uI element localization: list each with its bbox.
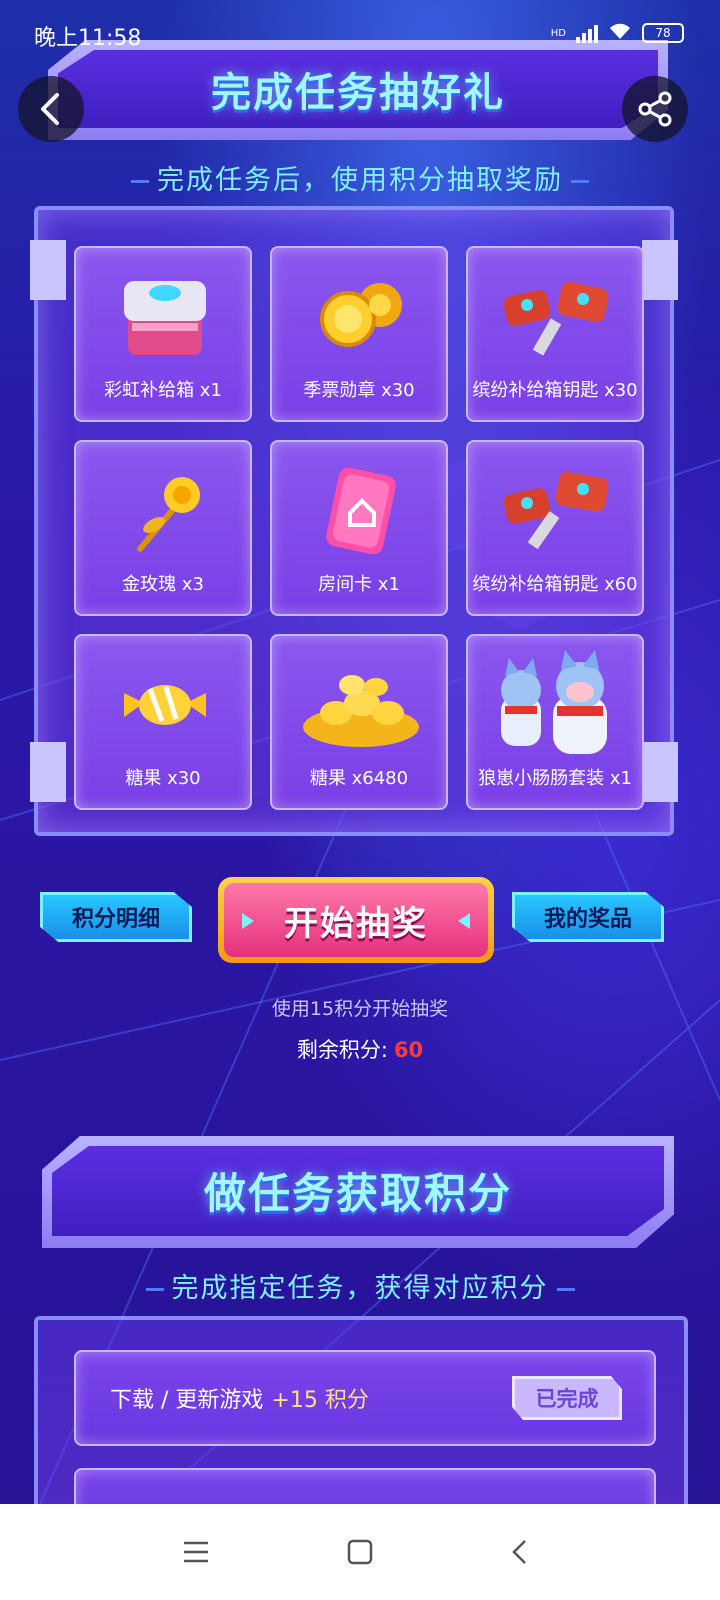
prize-card: 金玫瑰 x3 xyxy=(74,440,252,616)
menu-icon xyxy=(184,1541,208,1563)
chevron-left-icon xyxy=(41,93,59,125)
prize-grid: 彩虹补给箱 x1 季票勋章 x30 缤纷补给箱钥匙 x30 金玫瑰 x3 房间卡… xyxy=(74,246,644,810)
prize-label: 缤纷补给箱钥匙 x60 xyxy=(472,574,638,595)
status-bar: 晚上11:58 HD 78 xyxy=(0,0,720,66)
status-time: 晚上11:58 xyxy=(34,26,142,51)
signal-icon xyxy=(576,23,598,43)
draw-cost-note: 使用15积分开始抽奖 xyxy=(271,998,449,1020)
points-detail-button[interactable]: 积分明细 xyxy=(40,892,192,942)
prize-card: 糖果 x30 xyxy=(74,634,252,810)
panel-corner xyxy=(30,742,66,802)
nav-back-button[interactable] xyxy=(500,1534,540,1570)
prize-label: 缤纷补给箱钥匙 x30 xyxy=(472,380,638,401)
prize-label: 季票勋章 x30 xyxy=(303,380,415,401)
prize-card: 缤纷补给箱钥匙 x60 xyxy=(466,440,644,616)
back-button[interactable] xyxy=(18,76,84,142)
task-name: 下载 / 更新游戏 xyxy=(110,1388,264,1413)
start-draw-label: 开始抽奖 xyxy=(284,903,428,944)
arrow-left-icon xyxy=(458,913,470,929)
share-button[interactable] xyxy=(622,76,688,142)
arrow-right-icon xyxy=(242,913,254,929)
remaining-points-label: 剩余积分: xyxy=(296,1038,388,1062)
tasks-subtitle: 完成指定任务，获得对应积分 xyxy=(0,1266,720,1305)
system-nav-bar xyxy=(0,1504,720,1600)
task-name-line: 下载 / 更新游戏 +15 积分 xyxy=(110,1382,369,1414)
candy-icon xyxy=(76,650,250,760)
prize-label: 金玫瑰 x3 xyxy=(122,574,204,595)
candy-pile-icon xyxy=(272,650,446,760)
remaining-points: 剩余积分: 60 xyxy=(0,1034,720,1064)
network-label: HD xyxy=(550,27,566,39)
prize-label: 彩虹补给箱 x1 xyxy=(104,380,222,401)
page-title: 完成任务抽好礼 xyxy=(211,70,505,116)
square-icon xyxy=(347,1539,373,1565)
chevron-left-icon xyxy=(512,1540,526,1564)
gold-rose-icon xyxy=(76,456,250,566)
wifi-icon xyxy=(608,22,632,44)
prize-panel: 彩虹补给箱 x1 季票勋章 x30 缤纷补给箱钥匙 x30 金玫瑰 x3 房间卡… xyxy=(30,206,678,836)
task-panel: 下载 / 更新游戏 +15 积分 已完成 xyxy=(34,1316,688,1528)
supply-box-icon xyxy=(76,262,250,372)
key-icon xyxy=(468,456,642,566)
prize-card: 季票勋章 x30 xyxy=(270,246,448,422)
menu-button[interactable] xyxy=(176,1534,216,1570)
share-icon xyxy=(638,91,672,127)
task-row: 下载 / 更新游戏 +15 积分 已完成 xyxy=(74,1350,656,1446)
battery-icon: 78 xyxy=(642,23,684,43)
prize-card: 缤纷补给箱钥匙 x30 xyxy=(466,246,644,422)
prize-label: 狼崽小肠肠套装 x1 xyxy=(478,768,632,789)
prize-card: 房间卡 x1 xyxy=(270,440,448,616)
start-draw-button[interactable]: 开始抽奖 xyxy=(218,877,494,963)
my-prizes-button[interactable]: 我的奖品 xyxy=(512,892,664,942)
prize-label: 糖果 x30 xyxy=(125,768,201,789)
prize-card: 彩虹补给箱 x1 xyxy=(74,246,252,422)
key-icon xyxy=(468,262,642,372)
status-icons: HD 78 xyxy=(551,22,684,44)
tasks-banner: 做任务获取积分 xyxy=(42,1136,674,1248)
prize-card: 糖果 x6480 xyxy=(270,634,448,810)
prize-label: 糖果 x6480 xyxy=(309,768,409,789)
start-draw-face: 开始抽奖 xyxy=(224,883,488,957)
gold-medal-icon xyxy=(272,262,446,372)
home-button[interactable] xyxy=(340,1534,380,1570)
wolf-costume-icon xyxy=(468,650,642,760)
task-points: +15 积分 xyxy=(271,1388,369,1413)
remaining-points-value: 60 xyxy=(393,1038,424,1062)
room-card-icon xyxy=(272,456,446,566)
panel-corner xyxy=(642,742,678,802)
tasks-title: 做任务获取积分 xyxy=(203,1169,512,1218)
prize-card: 狼崽小肠肠套装 x1 xyxy=(466,634,644,810)
header-subtitle: 完成任务后，使用积分抽取奖励 xyxy=(0,158,720,197)
prize-label: 房间卡 x1 xyxy=(318,574,400,595)
panel-corner xyxy=(30,240,66,300)
task-status-button[interactable]: 已完成 xyxy=(512,1376,622,1420)
panel-corner xyxy=(642,240,678,300)
